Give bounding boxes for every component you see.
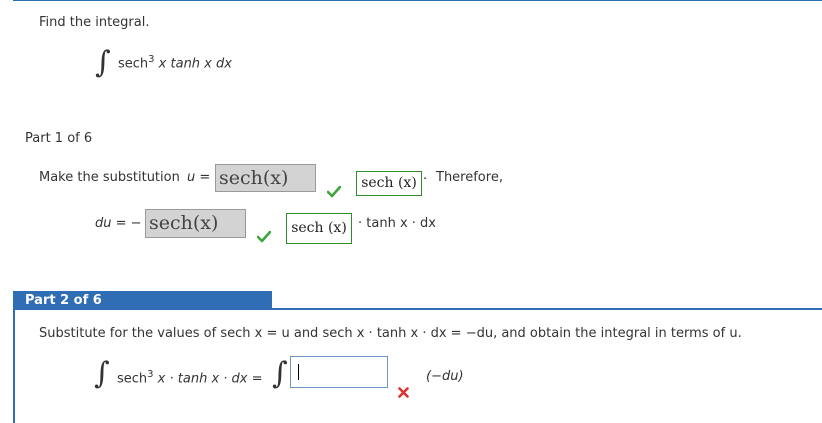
correct-answer-box-2: sech (x) — [286, 213, 352, 244]
correct-answer-box-1: sech (x) — [356, 171, 422, 196]
du-rest: · tanh x · dx — [358, 216, 436, 231]
part1-instruction: Make the substitution — [39, 170, 180, 185]
therefore-text: Therefore, — [436, 170, 503, 185]
integral-sign: ∫ — [272, 356, 288, 391]
integrand-rest: x · tanh x · dx = — [153, 371, 263, 387]
u-label: u = — [187, 170, 211, 185]
check-mark-icon — [257, 231, 271, 243]
du-input[interactable]: sech(x) — [145, 209, 246, 238]
integral-sign: ∫ — [95, 45, 111, 80]
text-caret — [298, 364, 299, 380]
question-integrand: sech3 x tanh x dx — [118, 54, 232, 71]
u-input[interactable]: sech(x) — [215, 164, 316, 192]
part2-instruction: Substitute for the values of sech x = u … — [39, 326, 742, 341]
part2-integrand: sech3 x · tanh x · dx = — [117, 369, 263, 386]
integral-answer-input[interactable] — [290, 356, 388, 388]
dot-after-box: · — [423, 172, 428, 187]
part1-header: Part 1 of 6 — [25, 131, 93, 146]
integral-sign: ∫ — [94, 356, 110, 391]
question-prompt: Find the integral. — [39, 15, 150, 30]
part2-rule — [13, 308, 822, 310]
integrand-func: sech — [118, 56, 149, 72]
rhs-hint: (−du) — [426, 369, 464, 384]
integrand-rest: x tanh x dx — [154, 56, 232, 72]
check-mark-icon — [327, 186, 341, 198]
du-label: du = − — [95, 216, 142, 231]
integrand-func: sech — [117, 371, 148, 387]
top-border — [13, 0, 822, 1]
x-mark-icon — [398, 387, 409, 398]
part2-left-border — [13, 308, 15, 423]
